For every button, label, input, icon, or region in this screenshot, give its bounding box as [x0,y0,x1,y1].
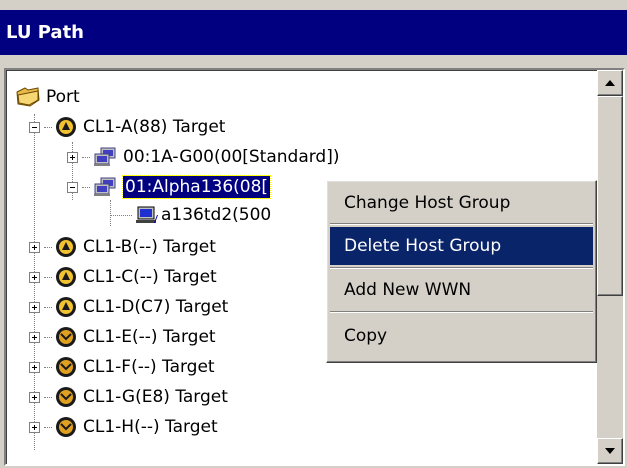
tree-root-port[interactable]: Port [16,83,80,111]
tree-label: CL1-F(--) Target [83,357,215,377]
expand-toggle[interactable] [29,391,40,403]
menu-item-change-host-group[interactable]: Change Host Group [330,184,593,222]
tree-item-cl1-h[interactable]: CL1-H(--) Target [29,413,218,441]
menu-item-copy[interactable]: Copy [330,317,593,355]
host-group-icon [94,177,116,196]
expand-toggle[interactable] [29,331,40,343]
tree-line [44,126,52,128]
port-target-icon [56,387,76,407]
tree-label: Port [46,87,80,107]
host-group-icon [94,147,116,166]
menu-separator [330,311,593,313]
expand-toggle[interactable] [29,421,40,433]
scroll-up-button[interactable] [597,70,623,96]
tree-item-wwn[interactable]: a136td2(500 [110,201,271,229]
port-target-icon [56,117,76,137]
port-target-icon [56,327,76,347]
tree-line [44,306,52,308]
context-menu: Change Host Group Delete Host Group Add … [326,180,597,363]
expand-toggle[interactable] [29,241,40,253]
tree-item-cl1-g[interactable]: CL1-G(E8) Target [29,383,228,411]
tree-line [44,246,52,248]
tree-line [82,186,90,188]
scroll-down-button[interactable] [597,438,623,464]
tree-item-host-group-01[interactable]: 01:Alpha136(08[ [67,173,272,201]
expand-toggle[interactable] [29,361,40,373]
vertical-scrollbar[interactable] [597,70,623,464]
tree-label: CL1-C(--) Target [83,267,217,287]
collapse-toggle[interactable] [67,181,78,193]
tree-item-cl1-b[interactable]: CL1-B(--) Target [29,233,216,261]
tree-line [44,336,52,338]
menu-separator [330,267,593,269]
tree-label: CL1-B(--) Target [83,237,216,257]
port-target-icon [56,357,76,377]
expand-toggle[interactable] [67,151,78,163]
port-target-icon [56,237,76,257]
scroll-thumb[interactable] [597,96,623,296]
tree-line [44,396,52,398]
tree-item-cl1-d[interactable]: CL1-D(C7) Target [29,293,228,321]
tree-label-selected: 01:Alpha136(08[ [121,175,272,199]
menu-separator [330,223,593,225]
menu-item-delete-host-group[interactable]: Delete Host Group [330,227,593,265]
wwn-icon [136,206,158,223]
tree-label: CL1-G(E8) Target [83,387,228,407]
tree-item-host-group-00[interactable]: 00:1A-G00(00[Standard]) [67,143,340,171]
panel-title: LU Path [0,10,627,55]
arrow-up-icon [605,80,615,86]
expand-toggle[interactable] [29,271,40,283]
port-target-icon [56,297,76,317]
folder-icon [16,87,40,107]
tree-label: 00:1A-G00(00[Standard]) [123,147,340,167]
tree-line [110,214,132,216]
tree-label: CL1-A(88) Target [83,117,226,137]
tree-item-cl1-a[interactable]: CL1-A(88) Target [29,113,225,141]
tree-item-cl1-c[interactable]: CL1-C(--) Target [29,263,217,291]
tree-line [82,156,90,158]
menu-item-add-new-wwn[interactable]: Add New WWN [330,271,593,309]
tree-item-cl1-e[interactable]: CL1-E(--) Target [29,323,216,351]
expand-toggle[interactable] [29,301,40,313]
port-target-icon [56,267,76,287]
tree-line [44,426,52,428]
tree-label: CL1-D(C7) Target [83,297,229,317]
tree-item-cl1-f[interactable]: CL1-F(--) Target [29,353,215,381]
port-target-icon [56,417,76,437]
tree-label: a136td2(500 [161,205,272,225]
tree-line [44,366,52,368]
tree-label: CL1-H(--) Target [83,417,218,437]
collapse-toggle[interactable] [29,121,40,133]
tree-label: CL1-E(--) Target [83,327,216,347]
arrow-down-icon [605,448,615,454]
tree-line [44,276,52,278]
